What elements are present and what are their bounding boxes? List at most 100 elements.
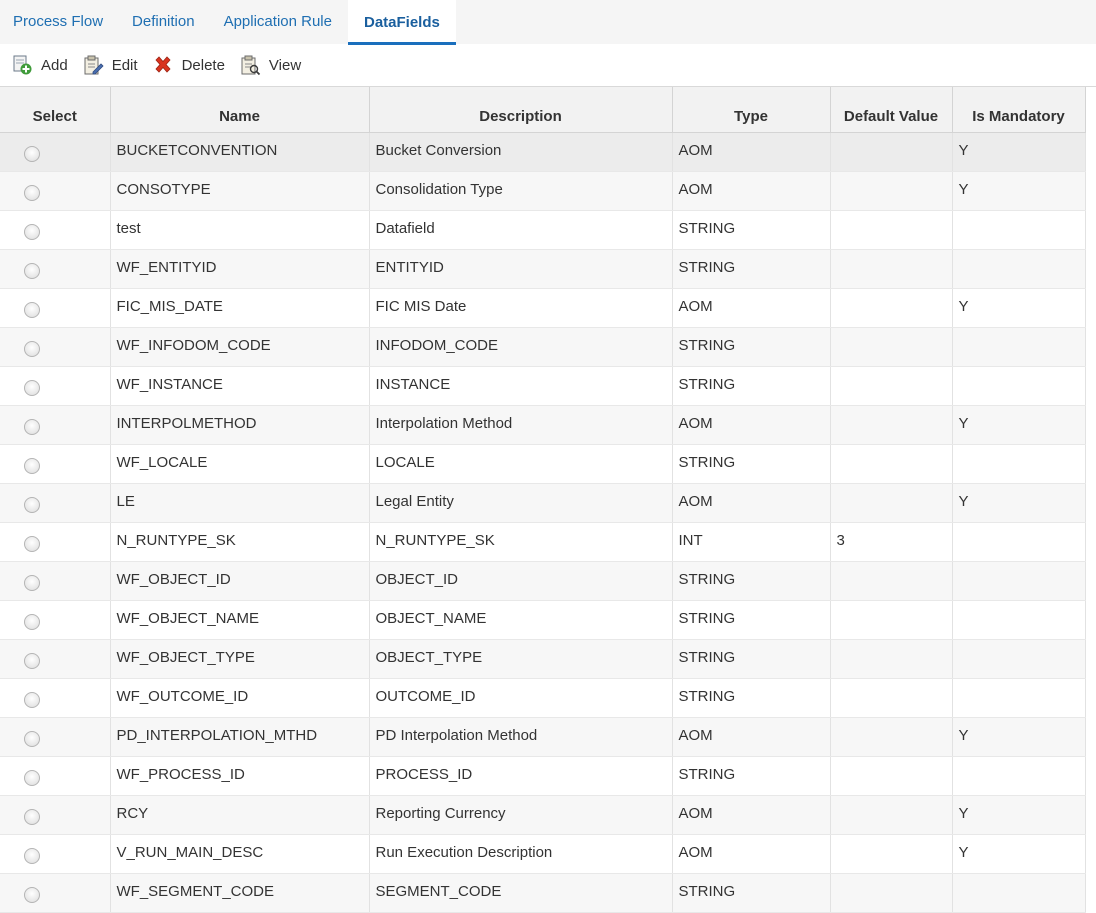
select-cell	[0, 327, 111, 367]
type-cell-text: STRING	[678, 882, 736, 900]
is-mandatory-cell	[952, 366, 1086, 406]
description-cell: LOCALE	[369, 444, 673, 484]
table-row[interactable]: N_RUNTYPE_SK N_RUNTYPE_SK INT 3	[0, 522, 1086, 562]
name-cell: WF_SEGMENT_CODE	[110, 873, 370, 913]
default-value-cell	[830, 639, 953, 679]
tab-application-rule[interactable]: Application Rule	[211, 0, 348, 43]
description-cell: Bucket Conversion	[369, 132, 673, 172]
description-cell: PROCESS_ID	[369, 756, 673, 796]
column-header-name[interactable]: Name	[110, 87, 370, 133]
default-value-cell	[830, 834, 953, 874]
is-mandatory-cell	[952, 444, 1086, 484]
description-cell: Legal Entity	[369, 483, 673, 523]
row-select-radio[interactable]	[24, 808, 40, 825]
row-select-radio[interactable]	[24, 223, 40, 240]
table-row[interactable]: WF_PROCESS_ID PROCESS_ID STRING	[0, 756, 1086, 796]
table-row[interactable]: WF_OBJECT_ID OBJECT_ID STRING	[0, 561, 1086, 601]
description-cell: Consolidation Type	[369, 171, 673, 211]
name-cell: WF_PROCESS_ID	[110, 756, 370, 796]
view-button[interactable]: View	[239, 54, 301, 76]
table-row[interactable]: WF_INSTANCE INSTANCE STRING	[0, 366, 1086, 406]
table-row[interactable]: INTERPOLMETHOD Interpolation Method AOM Y	[0, 405, 1086, 445]
description-cell-text: PD Interpolation Method	[375, 726, 538, 744]
table-row[interactable]: WF_LOCALE LOCALE STRING	[0, 444, 1086, 484]
row-select-radio[interactable]	[24, 691, 40, 708]
default-value-cell	[830, 717, 953, 757]
column-header-select: Select	[0, 87, 111, 133]
row-select-radio[interactable]	[24, 496, 40, 513]
table-row[interactable]: WF_INFODOM_CODE INFODOM_CODE STRING	[0, 327, 1086, 367]
table-row[interactable]: V_RUN_MAIN_DESC Run Execution Description…	[0, 834, 1086, 874]
table-row[interactable]: BUCKETCONVENTION Bucket Conversion AOM Y	[0, 132, 1086, 172]
name-cell: PD_INTERPOLATION_MTHD	[110, 717, 370, 757]
name-cell-text: WF_ENTITYID	[116, 258, 217, 276]
type-cell-text: AOM	[678, 492, 713, 510]
row-select-radio[interactable]	[24, 652, 40, 669]
row-select-radio[interactable]	[24, 262, 40, 279]
row-select-radio[interactable]	[24, 769, 40, 786]
tab-datafields[interactable]: DataFields	[347, 0, 456, 45]
is-mandatory-cell	[952, 600, 1086, 640]
description-cell: OBJECT_NAME	[369, 600, 673, 640]
row-select-radio[interactable]	[24, 184, 40, 201]
column-header-description[interactable]: Description	[369, 87, 673, 133]
column-header-is-mandatory[interactable]: Is Mandatory	[952, 87, 1086, 133]
type-cell-text: STRING	[678, 687, 736, 705]
column-header-type[interactable]: Type	[672, 87, 831, 133]
name-cell-text: WF_PROCESS_ID	[116, 765, 245, 783]
type-cell-text: AOM	[678, 141, 713, 159]
add-button[interactable]: Add	[11, 54, 68, 76]
select-cell	[0, 522, 111, 562]
row-select-radio[interactable]	[24, 886, 40, 903]
type-cell-text: STRING	[678, 609, 736, 627]
default-value-cell	[830, 561, 953, 601]
row-select-radio[interactable]	[24, 730, 40, 747]
row-select-radio[interactable]	[24, 847, 40, 864]
description-cell-text: FIC MIS Date	[375, 297, 467, 315]
name-cell: WF_INFODOM_CODE	[110, 327, 370, 367]
table-row[interactable]: FIC_MIS_DATE FIC MIS Date AOM Y	[0, 288, 1086, 328]
is-mandatory-cell: Y	[952, 171, 1086, 211]
column-header-default-value[interactable]: Default Value	[830, 87, 953, 133]
table-row[interactable]: WF_OBJECT_NAME OBJECT_NAME STRING	[0, 600, 1086, 640]
row-select-radio[interactable]	[24, 301, 40, 318]
row-select-radio[interactable]	[24, 418, 40, 435]
type-cell: INT	[672, 522, 831, 562]
type-cell: STRING	[672, 639, 831, 679]
row-select-radio[interactable]	[24, 379, 40, 396]
table-row[interactable]: WF_OBJECT_TYPE OBJECT_TYPE STRING	[0, 639, 1086, 679]
row-select-radio[interactable]	[24, 145, 40, 162]
add-button-label: Add	[41, 56, 68, 74]
select-cell	[0, 288, 111, 328]
tab-definition[interactable]: Definition	[119, 0, 211, 43]
table-row[interactable]: PD_INTERPOLATION_MTHD PD Interpolation Me…	[0, 717, 1086, 757]
row-select-radio[interactable]	[24, 574, 40, 591]
table-row[interactable]: LE Legal Entity AOM Y	[0, 483, 1086, 523]
row-select-radio[interactable]	[24, 613, 40, 630]
select-cell	[0, 132, 111, 172]
type-cell: STRING	[672, 561, 831, 601]
edit-button[interactable]: Edit	[82, 54, 138, 76]
is-mandatory-cell	[952, 873, 1086, 913]
datafields-table: Select Name Description Type Default Val…	[0, 87, 1086, 913]
description-cell-text: OBJECT_TYPE	[375, 648, 483, 666]
type-cell-text: AOM	[678, 843, 713, 861]
is-mandatory-cell-text: Y	[958, 843, 969, 861]
description-cell: OBJECT_ID	[369, 561, 673, 601]
row-select-radio[interactable]	[24, 535, 40, 552]
name-cell-text: WF_OBJECT_ID	[116, 570, 231, 588]
tab-process-flow[interactable]: Process Flow	[0, 0, 119, 43]
row-select-radio[interactable]	[24, 340, 40, 357]
table-row[interactable]: RCY Reporting Currency AOM Y	[0, 795, 1086, 835]
row-select-radio[interactable]	[24, 457, 40, 474]
is-mandatory-cell-text: Y	[958, 414, 969, 432]
table-row[interactable]: WF_OUTCOME_ID OUTCOME_ID STRING	[0, 678, 1086, 718]
is-mandatory-cell	[952, 249, 1086, 289]
table-row[interactable]: CONSOTYPE Consolidation Type AOM Y	[0, 171, 1086, 211]
table-row[interactable]: test Datafield STRING	[0, 210, 1086, 250]
select-cell	[0, 600, 111, 640]
table-row[interactable]: WF_ENTITYID ENTITYID STRING	[0, 249, 1086, 289]
delete-button[interactable]: Delete	[152, 54, 225, 76]
is-mandatory-cell: Y	[952, 288, 1086, 328]
table-row[interactable]: WF_SEGMENT_CODE SEGMENT_CODE STRING	[0, 873, 1086, 913]
